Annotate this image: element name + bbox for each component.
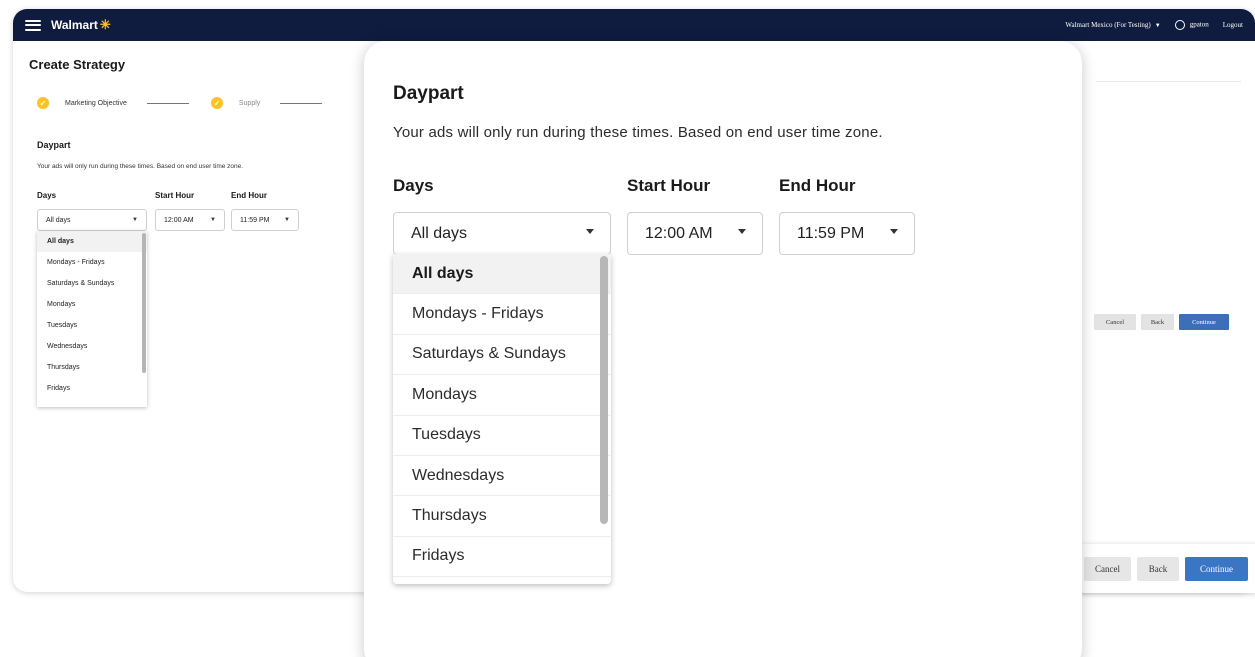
zoomed-action-buttons: Cancel Back Continue — [1078, 544, 1255, 593]
days-label: Days — [393, 176, 434, 195]
step-connector — [280, 102, 323, 104]
days-dropdown-list: All days Mondays - Fridays Saturdays & S… — [393, 254, 611, 584]
divider — [1096, 81, 1241, 82]
dropdown-option[interactable]: Fridays — [393, 537, 611, 578]
start-hour-label: Start Hour — [627, 176, 711, 195]
top-nav-bar: Walmart ✳ Walmart Mexico (For Testing) ▼ … — [13, 9, 1255, 41]
days-select-value: All days — [46, 216, 71, 224]
end-hour-select[interactable]: 11:59 PM ▼ — [231, 209, 299, 231]
dropdown-option[interactable]: All days — [393, 254, 611, 295]
dropdown-option[interactable]: Mondays — [37, 294, 147, 315]
start-hour-value: 12:00 AM — [164, 216, 194, 224]
step-supply[interactable]: Supply — [239, 100, 260, 107]
chevron-down-icon — [738, 229, 746, 234]
action-buttons: Cancel Back Continue — [1094, 314, 1229, 330]
end-hour-label: End Hour — [231, 191, 267, 200]
dropdown-scrollbar[interactable] — [142, 233, 146, 373]
end-hour-label: End Hour — [779, 176, 856, 195]
username: gpaton — [1189, 20, 1209, 29]
dropdown-option[interactable]: Tuesdays — [393, 416, 611, 456]
start-hour-select[interactable]: 12:00 AM ▼ — [155, 209, 225, 231]
check-icon: ✓ — [37, 97, 49, 109]
days-select[interactable]: All days ▼ — [37, 209, 147, 231]
screenshot-stage: Walmart ✳ Walmart Mexico (For Testing) ▼ … — [0, 0, 1255, 657]
back-button[interactable]: Back — [1137, 556, 1179, 581]
user-icon — [1174, 20, 1185, 30]
chevron-down-icon — [890, 229, 898, 234]
end-hour-value: 11:59 PM — [797, 224, 865, 242]
dropdown-scrollbar[interactable] — [600, 256, 608, 524]
step-marketing-objective[interactable]: Marketing Objective — [65, 100, 127, 107]
start-hour-value: 12:00 AM — [645, 224, 713, 242]
dropdown-option[interactable]: Saturdays & Sundays — [393, 335, 611, 376]
check-icon: ✓ — [210, 97, 223, 109]
user-menu[interactable]: gpaton — [1174, 20, 1209, 30]
page-title: Create Strategy — [29, 57, 126, 72]
days-select[interactable]: All days — [393, 212, 611, 255]
dropdown-option[interactable]: Tuesdays — [37, 315, 147, 336]
end-hour-select[interactable]: 11:59 PM — [779, 212, 915, 255]
step-connector — [146, 102, 189, 104]
progress-stepper: ✓ Marketing Objective ✓ Supply — [37, 97, 344, 109]
chevron-down-icon: ▼ — [210, 217, 216, 223]
cancel-button[interactable]: Cancel — [1084, 556, 1131, 581]
start-hour-select[interactable]: 12:00 AM — [627, 212, 763, 255]
account-name: Walmart Mexico (For Testing) — [1065, 21, 1151, 29]
dropdown-option[interactable]: Wednesdays — [393, 456, 611, 497]
dropdown-option[interactable]: Mondays - Fridays — [37, 252, 147, 273]
chevron-down-icon — [586, 229, 594, 234]
dropdown-option[interactable]: Fridays — [37, 378, 147, 399]
daypart-description: Your ads will only run during these time… — [37, 163, 244, 170]
zoomed-daypart-card: Daypart Your ads will only run during th… — [364, 41, 1082, 657]
dropdown-option[interactable]: All days — [37, 231, 147, 252]
continue-button[interactable]: Continue — [1179, 314, 1229, 330]
dropdown-option[interactable]: Saturdays & Sundays — [37, 273, 147, 294]
dropdown-option[interactable]: Thursdays — [37, 357, 147, 378]
dropdown-option[interactable]: Mondays - Fridays — [393, 294, 611, 335]
top-nav-right: Walmart Mexico (For Testing) ▼ gpaton Log… — [1065, 20, 1243, 30]
logout-link[interactable]: Logout — [1223, 21, 1243, 29]
walmart-spark-icon: ✳ — [99, 17, 111, 32]
daypart-description: Your ads will only run during these time… — [393, 124, 883, 141]
menu-icon[interactable] — [25, 19, 41, 31]
daypart-heading: Daypart — [393, 83, 464, 104]
chevron-down-icon: ▼ — [132, 217, 138, 223]
continue-button[interactable]: Continue — [1185, 556, 1248, 581]
end-hour-value: 11:59 PM — [240, 216, 270, 224]
brand-logo[interactable]: Walmart ✳ — [51, 17, 111, 33]
dropdown-option[interactable]: Thursdays — [393, 496, 611, 537]
account-selector[interactable]: Walmart Mexico (For Testing) ▼ — [1065, 21, 1160, 29]
cancel-button[interactable]: Cancel — [1094, 314, 1136, 330]
days-label: Days — [37, 191, 57, 200]
dropdown-option[interactable]: Wednesdays — [37, 336, 147, 357]
brand-name: Walmart — [51, 18, 98, 32]
chevron-down-icon: ▼ — [284, 217, 290, 223]
chevron-down-icon: ▼ — [1154, 23, 1161, 29]
days-dropdown-list: All days Mondays - Fridays Saturdays & S… — [37, 231, 147, 407]
start-hour-label: Start Hour — [155, 191, 195, 200]
dropdown-option[interactable]: Mondays — [393, 375, 611, 416]
days-select-value: All days — [411, 224, 468, 242]
daypart-heading: Daypart — [37, 140, 71, 150]
back-button[interactable]: Back — [1141, 314, 1174, 330]
